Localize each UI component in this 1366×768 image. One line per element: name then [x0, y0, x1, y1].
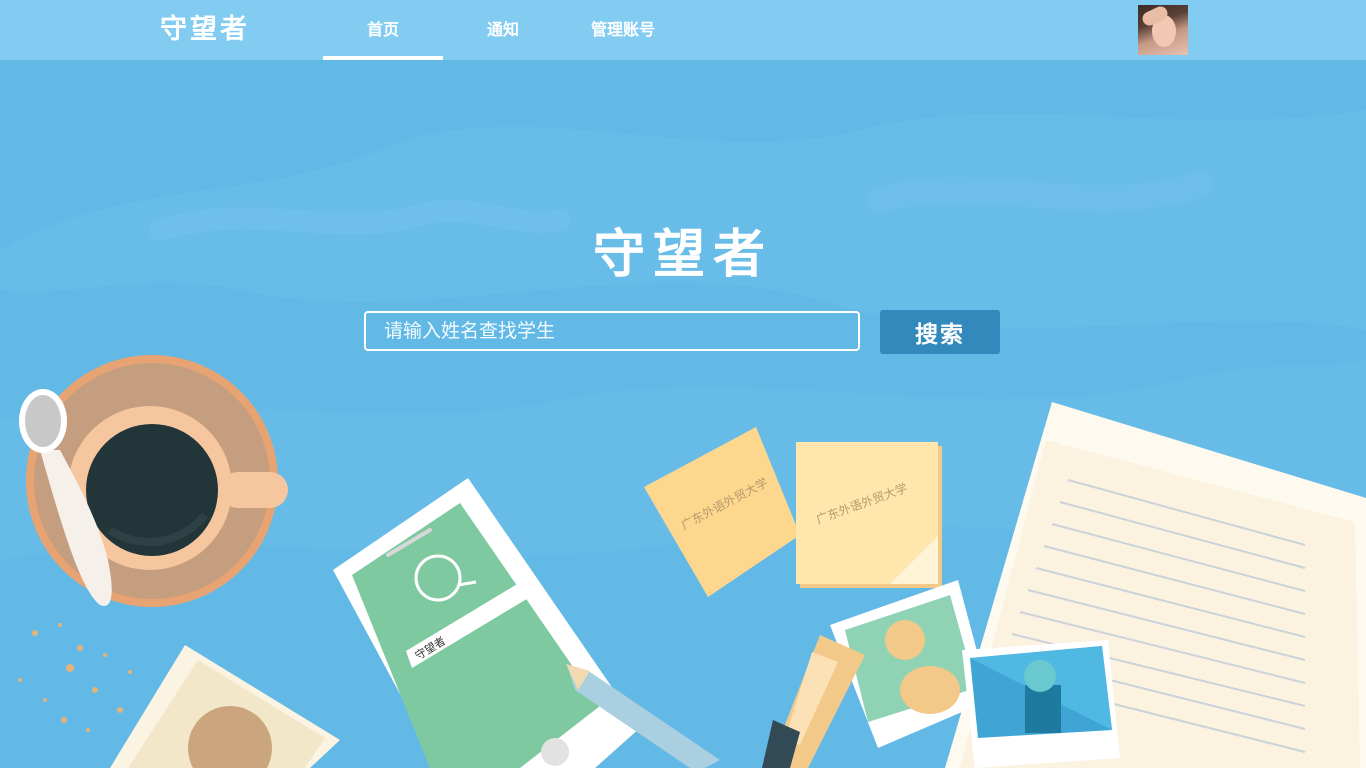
search-button[interactable]: 搜索: [880, 310, 1000, 354]
nav-item-home[interactable]: 首页: [323, 0, 443, 60]
main-nav: 首页 通知 管理账号: [323, 0, 683, 60]
sticky-note-1: 广东外语外贸大学: [644, 427, 800, 597]
crumbs-decoration: [18, 623, 132, 732]
desk-illustration: 守望者 广东外语外贸大学 广东外语外贸大学: [18, 355, 1366, 768]
photo-card-bottom-left: [110, 645, 340, 768]
pen-icon: [762, 635, 865, 768]
photo-card-right: [962, 640, 1120, 768]
nav-item-notifications[interactable]: 通知: [443, 0, 563, 60]
phone-icon: 守望者: [333, 478, 640, 768]
user-avatar[interactable]: [1138, 5, 1188, 55]
sticky-note-2: 广东外语外贸大学: [796, 442, 942, 588]
nav-item-manage-accounts[interactable]: 管理账号: [563, 0, 683, 60]
search-input[interactable]: [364, 311, 860, 351]
logo-text[interactable]: 守望者: [160, 12, 250, 48]
top-navigation-bar: 守望者 首页 通知 管理账号: [0, 0, 1366, 60]
hero-title: 守望者: [592, 225, 773, 285]
